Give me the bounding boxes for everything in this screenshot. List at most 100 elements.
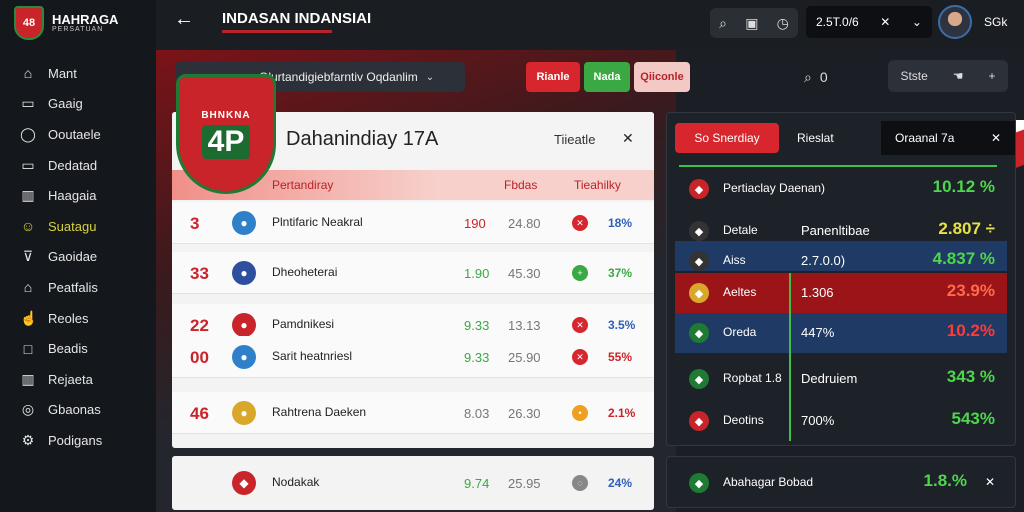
image-icon[interactable]: ▣: [745, 15, 758, 32]
value-2: 24.80: [508, 216, 541, 231]
status-icon: •: [572, 405, 588, 421]
filter-button-green[interactable]: Nada: [584, 62, 630, 92]
filter-button-pink[interactable]: Qiiconle: [634, 62, 690, 92]
sidebar-item[interactable]: ⊽ Gaoidae: [0, 242, 156, 273]
sidebar-item[interactable]: ▥ Rejaeta: [0, 364, 156, 395]
stat-label: Aeltes: [723, 285, 757, 299]
tab-active[interactable]: So Snerdiay: [675, 123, 779, 153]
sidebar-item-label: Gaoidae: [48, 249, 98, 265]
sidebar-item[interactable]: ▭ Gaaig: [0, 89, 156, 120]
value-2: 25.90: [508, 350, 541, 365]
stat-value: 10.12 %: [932, 177, 995, 196]
stats-row[interactable]: ◆ Aiss 2.7.0.0) 4.837 %: [675, 241, 1007, 271]
column-value: Fbdas: [504, 178, 538, 192]
stats-row[interactable]: ◆ Pertiaclay Daenan) 10.12 %: [675, 169, 1007, 209]
sidebar-item-label: Peatfalis: [48, 279, 98, 295]
sidebar-item[interactable]: ◯ Ooutaele: [0, 119, 156, 150]
hand-icon[interactable]: ☚: [953, 69, 964, 83]
value-2: 45.30: [508, 266, 541, 281]
status-icon: ✕: [572, 215, 588, 231]
stat-label: Oreda: [723, 325, 757, 339]
back-arrow-icon[interactable]: ←: [174, 8, 194, 31]
row-number: 46: [190, 404, 209, 423]
status-icon: ✕: [572, 349, 588, 365]
tab-results[interactable]: Rieslat: [797, 131, 834, 145]
search-icon[interactable]: ⌕: [719, 15, 727, 32]
sidebar-nav: ⌂ Mant ▭ Gaaig ◯ Ooutaele ▭ Dedatad ▥ Haagaia ☺ Sua…: [0, 58, 156, 456]
sidebar: 48 HAHRAGA PERSATUAN ⌂ Mant ▭ Gaaig ◯ Ooutael…: [0, 0, 156, 512]
gear-icon: ⚙: [21, 431, 35, 448]
sidebar-item[interactable]: ⌂ Mant: [0, 58, 156, 89]
row-number: 00: [190, 348, 209, 367]
team-name: Dheoheterai: [272, 265, 338, 279]
close-icon[interactable]: ✕: [880, 15, 890, 29]
sidebar-item-label: Dedatad: [48, 157, 98, 173]
status-icon: ✕: [572, 317, 588, 333]
column-trend: Tieahilky: [574, 178, 621, 192]
sidebar-item[interactable]: ☝ Reoles: [0, 303, 156, 334]
crest-icon: ◆: [689, 221, 709, 241]
stat-value: 4.837 %: [932, 249, 995, 268]
stats-row[interactable]: ◆ Detale Panenltibae 2.807 ÷: [675, 211, 1007, 241]
stat-value: 543%: [951, 409, 995, 428]
sidebar-item[interactable]: ☺ Suatagu: [0, 211, 156, 242]
value-2: 26.30: [508, 406, 541, 421]
team-logo-icon: ●: [232, 401, 256, 425]
brand[interactable]: 48 HAHRAGA PERSATUAN: [14, 6, 118, 40]
stats-row[interactable]: ◆ Deotins 700% 543%: [675, 401, 1007, 441]
stat-label: Aiss: [723, 253, 746, 267]
crest-icon: ◆: [689, 251, 709, 271]
green-divider: [679, 165, 997, 167]
stat-value: 2.807 ÷: [938, 219, 995, 238]
brand-subtitle: PERSATUAN: [52, 26, 104, 33]
home-icon: ⌂: [23, 279, 33, 296]
table-row[interactable]: 33 ● Dheoheterai 1.90 45.30 +37%: [172, 252, 654, 294]
brand-logo: 48: [14, 6, 44, 40]
stats-row[interactable]: ◆ Ropbat 1.8 Dedruiem 343 %: [675, 359, 1007, 399]
sidebar-item[interactable]: ◎ Gbaonas: [0, 395, 156, 426]
stats-panel: So Snerdiay Rieslat Oraanal 7a ✕ ◆ Pertia…: [666, 112, 1016, 446]
close-icon[interactable]: ✕: [991, 131, 1001, 145]
sidebar-item-label: Reoles: [48, 310, 89, 326]
table-row[interactable]: 3 ● Plntifaric Neakral 190 24.80 ✕ 18%: [172, 202, 654, 244]
search-icon[interactable]: ⌕: [804, 69, 812, 86]
table-row[interactable]: 00 ● Sarit heatnriesl 9.33 25.90 ✕ 55%: [172, 336, 654, 378]
avatar[interactable]: [938, 5, 972, 39]
stats-row[interactable]: ◆ Abahagar Bobad 1.8.% ✕: [675, 463, 1007, 503]
stat-label: Pertiaclay Daenan): [723, 181, 826, 195]
green-vertical-divider: [789, 273, 791, 441]
zoom-tools: ⌕ 0: [804, 62, 848, 92]
clock-icon[interactable]: ◷: [777, 15, 789, 32]
target-icon: ◎: [21, 401, 35, 418]
monitor-icon: ▭: [21, 156, 35, 173]
dropdown-value: Olurtandigiebfarntiv Oqdanlim: [259, 70, 418, 84]
percent: 3.5%: [608, 318, 636, 332]
close-icon[interactable]: ✕: [985, 475, 995, 489]
filter-button-red[interactable]: Rianle: [526, 62, 580, 92]
right-tools-label[interactable]: Stste: [900, 69, 927, 83]
user-name: SGk: [984, 15, 1008, 29]
card-title: Dahanindiay 17A: [286, 128, 439, 150]
crest-icon: ◆: [689, 323, 709, 343]
sidebar-item[interactable]: ▥ Haagaia: [0, 180, 156, 211]
hand-icon: ☝: [20, 309, 38, 326]
close-icon[interactable]: ✕: [622, 130, 634, 147]
team-name: Plntifaric Neakral: [272, 215, 363, 229]
value-2: 25.95: [508, 476, 541, 491]
search-input[interactable]: 2.5T.0/6 ✕ ⌄: [806, 6, 932, 38]
brand-title: HAHRAGA: [52, 12, 119, 27]
stats-row[interactable]: ◆ Aeltes 1.306 23.9%: [675, 273, 1007, 313]
tab-dark[interactable]: Oraanal 7a ✕: [881, 121, 1015, 155]
sidebar-item[interactable]: □ Beadis: [0, 333, 156, 364]
table-row[interactable]: ◆ Nodakak 9.74 25.95 ◌ 24%: [172, 462, 654, 504]
crest-icon: ◆: [689, 411, 709, 431]
crest-icon: ◆: [689, 369, 709, 389]
sidebar-item[interactable]: ⌂ Peatfalis: [0, 272, 156, 303]
sidebar-item[interactable]: ▭ Dedatad: [0, 150, 156, 181]
stats-row[interactable]: ◆ Oreda 447% 10.2%: [675, 313, 1007, 353]
plus-icon[interactable]: +: [989, 69, 996, 83]
table-row[interactable]: 46 ● Rahtrena Daeken 8.03 26.30 • 2.1%: [172, 392, 654, 434]
sidebar-item[interactable]: ⚙ Podigans: [0, 425, 156, 456]
stat-middle: 447%: [801, 325, 835, 340]
chevron-down-icon[interactable]: ⌄: [912, 15, 922, 29]
